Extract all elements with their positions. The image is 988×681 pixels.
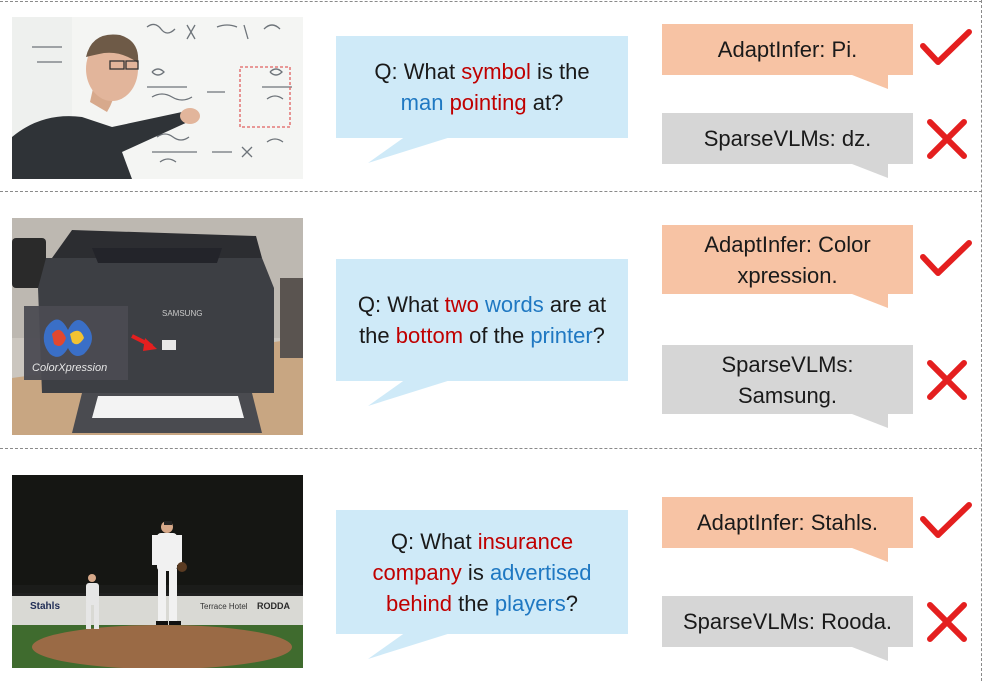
answer-text: SparseVLMs: dz.: [703, 126, 872, 151]
row3-question-text: Q: What insurance company is advertised be…: [372, 528, 592, 616]
row1-photo-whiteboard: [12, 17, 303, 179]
answer-text: AdaptInfer: Stahls.: [697, 510, 878, 535]
cross-icon: [927, 360, 967, 400]
answer-tail: [852, 647, 888, 661]
top-separator: [0, 1, 982, 2]
row2-sparsevlms-answer: SparseVLMs: Samsung.: [662, 345, 913, 414]
row2-adaptinfer-answer: AdaptInfer: Color xpression.: [662, 225, 913, 294]
row3-adaptinfer-answer: AdaptInfer: Stahls.: [662, 497, 913, 548]
row2-photo-printer: SAMSUNG ColorXpression: [12, 218, 303, 435]
answer-tail: [852, 164, 888, 178]
answer-tail: [852, 414, 888, 428]
row1-adaptinfer-answer: AdaptInfer: Pi.: [662, 24, 913, 75]
row3-question-bubble: Q: What insurance company is advertised be…: [336, 510, 628, 678]
answer-tail: [852, 75, 888, 89]
printer-brand-label: SAMSUNG: [162, 309, 202, 318]
answer-tail: [852, 548, 888, 562]
answer-text: SparseVLMs: Rooda.: [682, 609, 893, 634]
row1-question-text: Q: What symbol is the man pointing at?: [374, 59, 590, 115]
colorxpression-inset-label: ColorXpression: [32, 362, 107, 374]
answer-tail: [852, 294, 888, 308]
terrace-hotel-sign-label: Terrace Hotel: [200, 602, 248, 611]
row-separator: [0, 448, 982, 449]
row1-question-bubble: Q: What symbol is the man pointing at?: [336, 36, 628, 204]
check-icon: [920, 29, 972, 65]
check-icon: [920, 502, 972, 538]
cross-icon: [927, 119, 967, 159]
row2-question-text: Q: What two words are at the bottom of th…: [357, 292, 607, 348]
right-border: [981, 0, 982, 681]
row1-sparsevlms-answer: SparseVLMs: dz.: [662, 113, 913, 164]
comparison-figure: Q: What symbol is the man pointing at? Ad…: [0, 0, 988, 681]
rodda-sign-label: RODDA: [257, 601, 290, 611]
row3-photo-baseball: Stahls Terrace Hotel RODDA: [12, 475, 303, 668]
row3-sparsevlms-answer: SparseVLMs: Rooda.: [662, 596, 913, 647]
row2-question-bubble: Q: What two words are at the bottom of th…: [336, 259, 628, 427]
answer-text: SparseVLMs: Samsung.: [721, 351, 854, 408]
answer-text: AdaptInfer: Color xpression.: [704, 231, 871, 288]
cross-icon: [927, 602, 967, 642]
check-icon: [920, 240, 972, 276]
answer-text: AdaptInfer: Pi.: [717, 37, 858, 62]
stahls-sign-label: Stahls: [30, 601, 60, 612]
